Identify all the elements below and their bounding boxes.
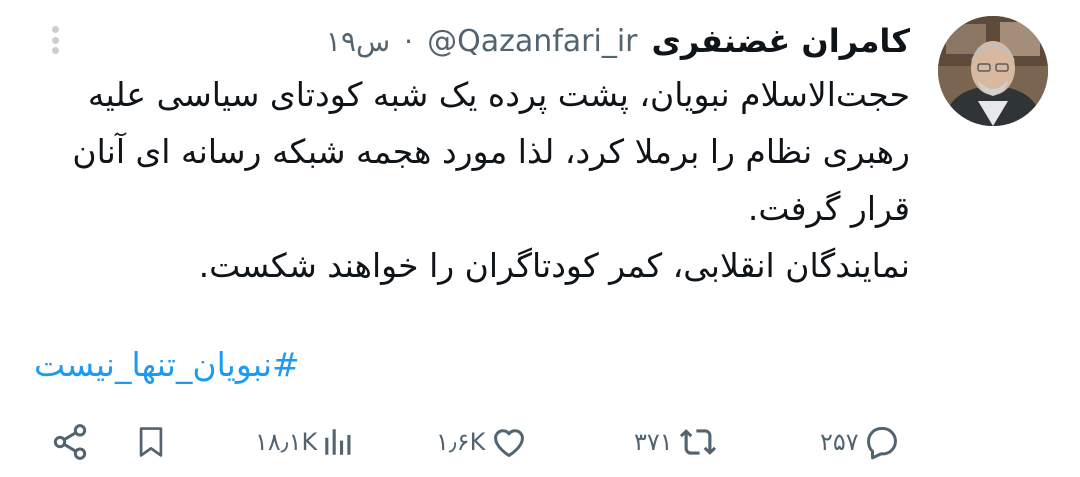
reply-count: ۲۵۷ xyxy=(820,428,859,456)
views-count: ۱۸٫۱K xyxy=(255,428,318,456)
tweet-paragraph-1: حجت‌الاسلام نبویان، پشت پرده یک شبه کودت… xyxy=(72,75,910,228)
bookmark-icon xyxy=(139,427,163,457)
like-count: ۱٫۶K xyxy=(436,428,486,456)
tweet-card: کامران غضنفری @Qazanfari_ir · ۱۹س حجت‌ال… xyxy=(0,0,1080,477)
retweet-icon xyxy=(679,429,716,455)
separator-dot: · xyxy=(404,24,414,58)
hashtag-link[interactable]: #نبویان_تنها_نیست xyxy=(34,345,300,384)
timestamp[interactable]: ۱۹س xyxy=(326,25,390,58)
views-button[interactable]: ۱۸٫۱K xyxy=(255,418,355,466)
heart-icon xyxy=(494,429,525,457)
views-chart-icon xyxy=(325,429,351,455)
more-dot xyxy=(51,47,59,54)
share-icon xyxy=(53,424,87,460)
tweet-paragraph-2: نمایندگان انقلابی، کمر کودتاگران را خواه… xyxy=(198,246,910,285)
bookmark-button[interactable] xyxy=(134,418,168,466)
reply-button[interactable]: ۲۵۷ xyxy=(820,418,901,466)
avatar-image xyxy=(938,16,1048,126)
share-button[interactable] xyxy=(50,418,90,466)
more-options-icon[interactable] xyxy=(42,22,68,58)
more-dot xyxy=(51,26,59,33)
avatar[interactable] xyxy=(938,16,1048,126)
tweet-text: حجت‌الاسلام نبویان، پشت پرده یک شبه کودت… xyxy=(40,66,910,294)
reply-icon xyxy=(866,427,897,460)
retweet-button[interactable]: ۳۷۱ xyxy=(634,418,719,466)
display-name[interactable]: کامران غضنفری xyxy=(652,22,910,60)
retweet-count: ۳۷۱ xyxy=(634,428,673,456)
like-button[interactable]: ۱٫۶K xyxy=(436,418,529,466)
tweet-header: کامران غضنفری @Qazanfari_ir · ۱۹س xyxy=(326,18,910,64)
more-dot xyxy=(51,36,59,44)
user-handle[interactable]: @Qazanfari_ir xyxy=(427,24,637,59)
